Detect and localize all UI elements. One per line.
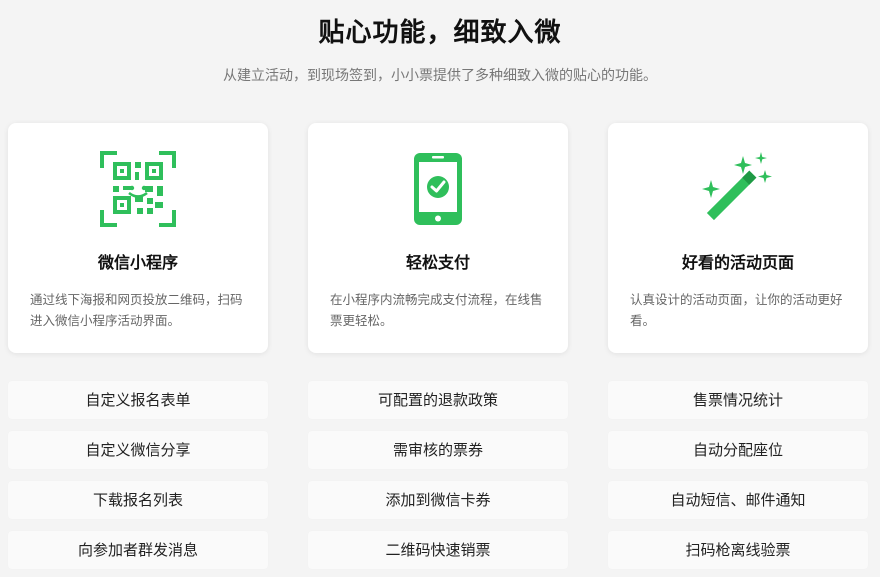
card-title: 轻松支付 [405,253,470,272]
card-description: 通过线下海报和网页投放二维码，扫码进入微信小程序活动界面。 [30,292,243,328]
card-title: 好看的活动页面 [681,253,794,272]
card-description: 认真设计的活动页面，让你的活动更好看。 [630,292,843,328]
feature-review-tickets: 需审核的票券 [308,431,568,469]
card-title: 微信小程序 [97,253,178,272]
qr-code-icon [99,150,177,228]
feature-qr-checkin: 二维码快速销票 [308,531,568,569]
magic-wand-icon [699,150,777,228]
feature-card-mini-program: 微信小程序 通过线下海报和网页投放二维码，扫码进入微信小程序活动界面。 [8,123,268,353]
feature-custom-share: 自定义微信分享 [8,431,268,469]
phone-pay-icon [399,150,477,228]
feature-mass-message: 向参加者群发消息 [8,531,268,569]
feature-offline-scan: 扫码枪离线验票 [608,531,868,569]
feature-wechat-card: 添加到微信卡券 [308,481,568,519]
feature-auto-notify: 自动短信、邮件通知 [608,481,868,519]
feature-refund-policy: 可配置的退款政策 [308,381,568,419]
feature-custom-form: 自定义报名表单 [8,381,268,419]
page-title: 贴心功能，细致入微 [318,18,562,48]
feature-sales-stats: 售票情况统计 [608,381,868,419]
card-description: 在小程序内流畅完成支付流程，在线售票更轻松。 [330,292,543,328]
feature-card-activity-page: 好看的活动页面 认真设计的活动页面，让你的活动更好看。 [608,123,868,353]
feature-auto-seating: 自动分配座位 [608,431,868,469]
page-subtitle: 从建立活动，到现场签到，小小票提供了多种细致入微的贴心的功能。 [223,68,657,84]
feature-download-list: 下载报名列表 [8,481,268,519]
feature-card-payment: 轻松支付 在小程序内流畅完成支付流程，在线售票更轻松。 [308,123,568,353]
